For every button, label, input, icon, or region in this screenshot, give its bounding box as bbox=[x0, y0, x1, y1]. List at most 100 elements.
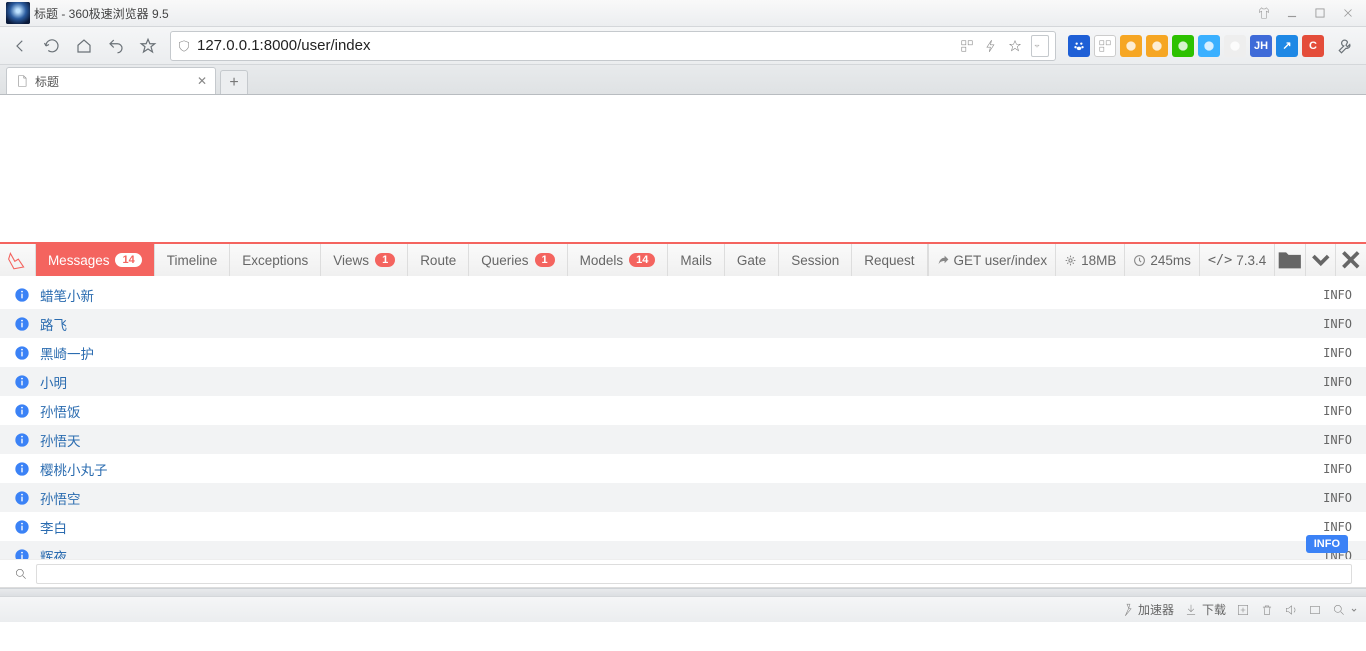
skin-icon[interactable] bbox=[1252, 4, 1276, 22]
page-icon bbox=[15, 74, 29, 88]
message-name: 李白 bbox=[40, 517, 67, 537]
debug-tab-mails[interactable]: Mails bbox=[668, 244, 725, 276]
browser-tab[interactable]: 标题 ✕ bbox=[6, 67, 216, 94]
new-tab-button[interactable]: + bbox=[220, 70, 248, 94]
info-icon bbox=[14, 374, 30, 390]
dropdown-icon[interactable] bbox=[1031, 35, 1049, 57]
message-row[interactable]: 孙悟空 INFO bbox=[0, 483, 1366, 512]
message-level: INFO bbox=[1323, 520, 1352, 534]
info-icon bbox=[14, 287, 30, 303]
debug-tab-route[interactable]: Route bbox=[408, 244, 469, 276]
ext-qr[interactable] bbox=[1094, 35, 1116, 57]
qr-icon[interactable] bbox=[959, 35, 981, 57]
folder-icon[interactable] bbox=[1274, 244, 1305, 276]
debug-tab-timeline[interactable]: Timeline bbox=[155, 244, 231, 276]
message-row[interactable]: 黑崎一护INFO bbox=[0, 338, 1366, 367]
debug-tab-exceptions[interactable]: Exceptions bbox=[230, 244, 321, 276]
trash-icon[interactable] bbox=[1260, 603, 1274, 617]
add-icon[interactable] bbox=[1236, 603, 1250, 617]
search-row bbox=[0, 559, 1366, 587]
ext-c[interactable]: C bbox=[1302, 35, 1324, 57]
favorite-button[interactable] bbox=[134, 32, 162, 60]
info-icon bbox=[14, 403, 30, 419]
star-icon[interactable] bbox=[1007, 35, 1029, 57]
info-icon bbox=[14, 490, 30, 506]
message-level: INFO bbox=[1323, 491, 1352, 505]
debug-time[interactable]: 245ms bbox=[1124, 244, 1199, 276]
ext-cat[interactable] bbox=[1146, 35, 1168, 57]
info-icon bbox=[14, 461, 30, 477]
message-level: INFO bbox=[1323, 346, 1352, 360]
accelerator[interactable]: 加速器 bbox=[1120, 601, 1174, 618]
message-row[interactable]: 孙悟天 INFO bbox=[0, 425, 1366, 454]
ext-wechat[interactable] bbox=[1172, 35, 1194, 57]
tab-close-icon[interactable]: ✕ bbox=[197, 74, 207, 88]
back-button[interactable] bbox=[6, 32, 34, 60]
ext-cat2[interactable] bbox=[1224, 35, 1246, 57]
debug-php[interactable]: </> 7.3.4 bbox=[1199, 244, 1274, 276]
debug-tab-gate[interactable]: Gate bbox=[725, 244, 779, 276]
ext-baidu[interactable] bbox=[1068, 35, 1090, 57]
minimize-icon[interactable] bbox=[1280, 4, 1304, 22]
message-row[interactable]: 小明INFO bbox=[0, 367, 1366, 396]
filter-chip[interactable]: INFO bbox=[1306, 535, 1348, 553]
search-icon bbox=[14, 567, 28, 581]
maximize-icon[interactable] bbox=[1308, 4, 1332, 22]
message-row[interactable]: 蜡笔小新 INFO bbox=[0, 280, 1366, 309]
info-icon bbox=[14, 345, 30, 361]
message-row[interactable]: 樱桃小丸子 INFO bbox=[0, 454, 1366, 483]
chevron-down-icon[interactable] bbox=[1305, 244, 1336, 276]
wrench-icon[interactable] bbox=[1332, 32, 1360, 60]
close-icon[interactable] bbox=[1335, 244, 1366, 276]
debug-tab-session[interactable]: Session bbox=[779, 244, 852, 276]
debug-tab-views[interactable]: Views1 bbox=[321, 244, 408, 276]
message-level: INFO bbox=[1323, 288, 1352, 302]
address-bar[interactable]: 127.0.0.1:8000/user/index bbox=[170, 31, 1056, 61]
debug-tab-request[interactable]: Request bbox=[852, 244, 927, 276]
download[interactable]: 下载 bbox=[1184, 601, 1226, 618]
debug-tab-queries[interactable]: Queries1 bbox=[469, 244, 567, 276]
message-level: INFO bbox=[1323, 433, 1352, 447]
window-controls bbox=[1246, 4, 1366, 22]
window-title: 标题 - 360极速浏览器 9.5 bbox=[34, 5, 1246, 22]
message-level: INFO bbox=[1323, 404, 1352, 418]
message-name: 蜡笔小新 bbox=[40, 285, 94, 305]
ext-arrow[interactable]: ↗ bbox=[1276, 35, 1298, 57]
fullscreen-icon[interactable] bbox=[1308, 603, 1322, 617]
undo-button[interactable] bbox=[102, 32, 130, 60]
tab-strip: 标题 ✕ + bbox=[0, 65, 1366, 95]
message-row[interactable]: 李白 INFO bbox=[0, 512, 1366, 541]
message-name: 孙悟空 bbox=[40, 488, 81, 508]
nav-toolbar: 127.0.0.1:8000/user/index JH↗C bbox=[0, 27, 1366, 65]
debug-tab-models[interactable]: Models14 bbox=[568, 244, 669, 276]
divider bbox=[0, 588, 1366, 596]
app-logo bbox=[6, 2, 30, 24]
message-row[interactable]: 孙悟饭INFO bbox=[0, 396, 1366, 425]
close-icon[interactable] bbox=[1336, 4, 1360, 22]
url-text: 127.0.0.1:8000/user/index bbox=[197, 37, 370, 54]
message-level: INFO bbox=[1323, 317, 1352, 331]
message-row[interactable]: 路飞 INFO bbox=[0, 309, 1366, 338]
debugbar: Messages14TimelineExceptionsViews1RouteQ… bbox=[0, 242, 1366, 276]
message-name: 路飞 bbox=[40, 314, 67, 334]
ext-circle[interactable] bbox=[1198, 35, 1220, 57]
zoom-icon[interactable] bbox=[1332, 603, 1358, 617]
debug-tab-messages[interactable]: Messages14 bbox=[36, 244, 155, 276]
page-content bbox=[0, 95, 1366, 242]
debug-route[interactable]: GET user/index bbox=[928, 244, 1056, 276]
tab-label: 标题 bbox=[35, 73, 59, 90]
debug-memory[interactable]: 18MB bbox=[1055, 244, 1124, 276]
flash-icon[interactable] bbox=[983, 35, 1005, 57]
ext-jh[interactable]: JH bbox=[1250, 35, 1272, 57]
message-name: 樱桃小丸子 bbox=[40, 459, 108, 479]
message-level: INFO bbox=[1323, 375, 1352, 389]
ext-box[interactable] bbox=[1120, 35, 1142, 57]
reload-button[interactable] bbox=[38, 32, 66, 60]
sound-icon[interactable] bbox=[1284, 603, 1298, 617]
home-button[interactable] bbox=[70, 32, 98, 60]
shield-icon bbox=[177, 39, 191, 53]
search-input[interactable] bbox=[36, 564, 1352, 584]
message-level: INFO bbox=[1323, 462, 1352, 476]
laravel-logo[interactable] bbox=[0, 244, 36, 276]
message-name: 孙悟天 bbox=[40, 430, 81, 450]
